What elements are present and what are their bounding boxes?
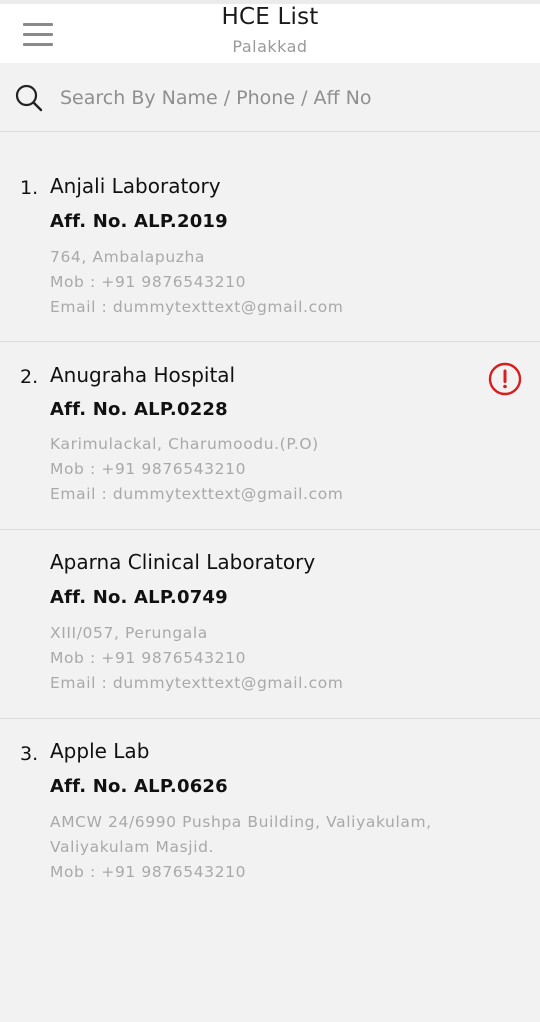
page-title: HCE List (221, 4, 319, 30)
item-number: 1. (20, 177, 39, 199)
item-number: 3. (20, 743, 39, 765)
app-header: HCE List Palakkad (0, 0, 540, 63)
alert-circle-icon[interactable] (488, 362, 522, 396)
list-item[interactable]: Aparna Clinical Laboratory Aff. No. ALP.… (0, 530, 540, 719)
item-mobile: Mob : +91 9876543210 (50, 863, 247, 881)
item-number: 2. (20, 366, 39, 388)
item-email: Email : dummytexttext@gmail.com (50, 298, 344, 316)
item-name: Anjali Laboratory (50, 174, 221, 198)
search-icon[interactable] (14, 83, 44, 113)
item-address: 764, Ambalapuzha (50, 248, 206, 266)
list-item[interactable]: 1. Anjali Laboratory Aff. No. ALP.2019 7… (0, 132, 540, 342)
page-subtitle: Palakkad (232, 37, 308, 56)
item-aff-no: Aff. No. ALP.2019 (50, 211, 228, 232)
item-address: XIII/057, Perungala (50, 624, 208, 642)
search-bar (0, 63, 540, 132)
item-name: Anugraha Hospital (50, 363, 236, 387)
item-mobile: Mob : +91 9876543210 (50, 460, 247, 478)
item-mobile: Mob : +91 9876543210 (50, 273, 247, 291)
hce-list: 1. Anjali Laboratory Aff. No. ALP.2019 7… (0, 132, 540, 892)
item-address: AMCW 24/6990 Pushpa Building, Valiyakula… (50, 813, 432, 831)
item-address: Karimulackal, Charumoodu.(P.O) (50, 435, 319, 453)
item-aff-no: Aff. No. ALP.0626 (50, 776, 228, 797)
list-item[interactable]: 3. Apple Lab Aff. No. ALP.0626 AMCW 24/6… (0, 719, 540, 892)
item-name: Aparna Clinical Laboratory (50, 550, 316, 574)
search-input[interactable] (60, 81, 520, 115)
menu-bar (23, 32, 53, 36)
list-item[interactable]: 2. Anugraha Hospital Aff. No. ALP.0228 K… (0, 342, 540, 530)
item-email: Email : dummytexttext@gmail.com (50, 485, 344, 503)
item-name: Apple Lab (50, 739, 150, 763)
item-address-line2: Valiyakulam Masjid. (50, 838, 215, 856)
item-aff-no: Aff. No. ALP.0749 (50, 587, 228, 608)
item-aff-no: Aff. No. ALP.0228 (50, 399, 228, 420)
item-email: Email : dummytexttext@gmail.com (50, 674, 344, 692)
item-mobile: Mob : +91 9876543210 (50, 649, 247, 667)
